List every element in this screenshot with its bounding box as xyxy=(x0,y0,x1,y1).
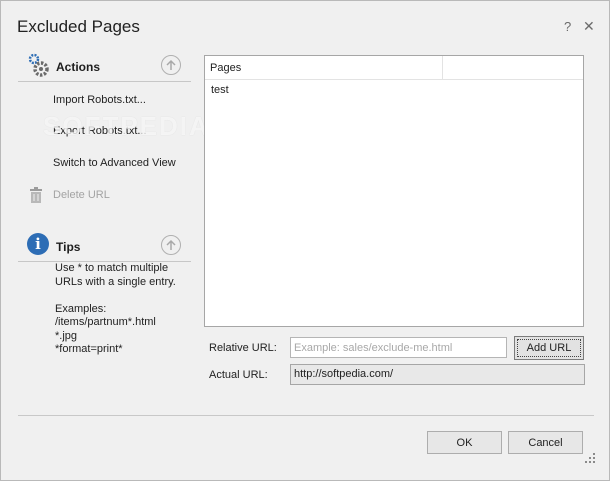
help-button[interactable]: ? xyxy=(564,19,571,34)
list-item[interactable]: test xyxy=(211,84,229,96)
ok-button[interactable]: OK xyxy=(427,431,502,454)
chevron-up-icon xyxy=(166,59,176,70)
pages-column-header[interactable]: Pages xyxy=(210,62,241,74)
delete-url-link: Delete URL xyxy=(53,189,110,201)
export-robots-link[interactable]: Export Robots.txt... xyxy=(53,125,147,137)
tips-text: Use * to match multiple URLs with a sing… xyxy=(55,262,176,355)
actual-url-label: Actual URL: xyxy=(209,369,268,381)
import-robots-link[interactable]: Import Robots.txt... xyxy=(53,94,146,106)
switch-advanced-view-link[interactable]: Switch to Advanced View xyxy=(53,157,176,169)
divider xyxy=(18,415,594,416)
relative-url-input[interactable] xyxy=(290,337,507,358)
collapse-tips-button[interactable] xyxy=(161,235,181,255)
info-icon: i xyxy=(27,233,49,255)
close-button[interactable]: ✕ xyxy=(583,18,595,35)
relative-url-label: Relative URL: xyxy=(209,342,277,354)
dialog-title: Excluded Pages xyxy=(17,17,140,36)
tips-title: Tips xyxy=(56,240,81,254)
dialog-window: Excluded Pages ? ✕ Actions Import Robots… xyxy=(0,0,610,481)
actions-title: Actions xyxy=(56,60,101,74)
column-separator xyxy=(442,56,443,79)
chevron-up-icon xyxy=(166,239,176,250)
collapse-actions-button[interactable] xyxy=(161,55,181,75)
list-header: Pages xyxy=(205,56,583,80)
cancel-button[interactable]: Cancel xyxy=(508,431,583,454)
gear-icon xyxy=(28,53,49,77)
resize-grip-icon[interactable] xyxy=(584,452,596,464)
add-url-button[interactable]: Add URL xyxy=(514,336,584,360)
pages-list[interactable]: Pages test xyxy=(204,55,584,327)
trash-icon xyxy=(30,187,42,203)
actual-url-field: http://softpedia.com/ xyxy=(290,364,585,385)
